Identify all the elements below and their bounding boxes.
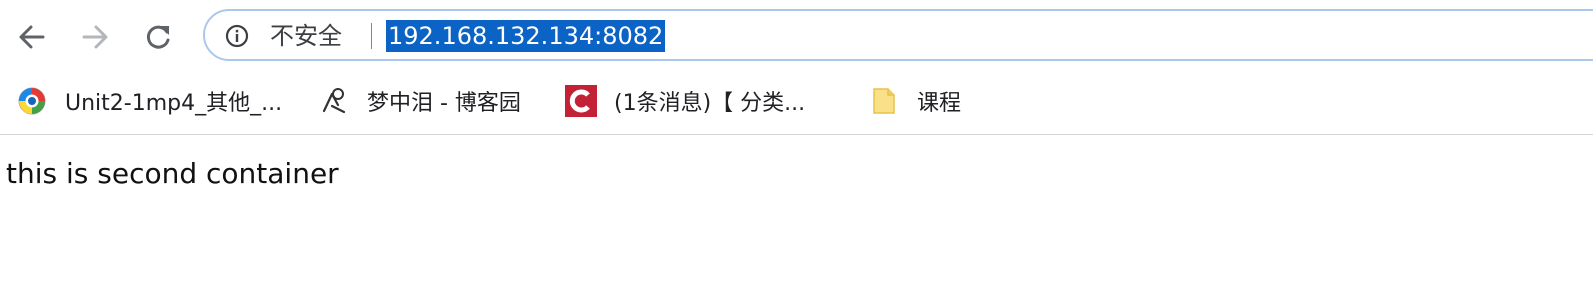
browser-toolbar: 不安全 192.168.132.134:8082 [0,0,1593,74]
url-text[interactable]: 192.168.132.134:8082 [386,20,666,52]
reload-button[interactable] [139,18,177,56]
bookmark-csdn[interactable]: (1条消息)【 分类... [565,74,805,128]
info-icon[interactable] [225,24,249,48]
bookmark-cnblogs[interactable]: 梦中泪 - 博客园 [318,74,521,128]
reload-icon [143,22,173,52]
back-button[interactable] [13,18,51,56]
address-bar[interactable]: 不安全 192.168.132.134:8082 [203,9,1593,61]
forward-button[interactable] [76,18,114,56]
bookmarks-bar: Unit2-1mp4_其他_... 梦中泪 - 博客园 (1条消息)【 分类..… [0,74,1593,134]
separator [371,23,372,49]
globe-app-icon [16,85,48,117]
arrow-right-icon [80,22,110,52]
cnblogs-logo-icon [318,85,350,117]
arrow-left-icon [17,22,47,52]
folder-icon [868,85,900,117]
bookmark-folder-course[interactable]: 课程 [868,74,961,128]
security-label[interactable]: 不安全 [270,22,342,50]
bookmark-unit2[interactable]: Unit2-1mp4_其他_... [16,74,282,128]
bookmark-label: (1条消息)【 分类... [614,91,806,116]
toolbar-divider [0,134,1593,135]
bookmark-label: Unit2-1mp4_其他_... [65,91,283,116]
bookmark-label: 梦中泪 - 博客园 [367,91,521,116]
bookmark-label: 课程 [917,91,962,116]
csdn-logo-icon [565,85,597,117]
page-content-text: this is second container [6,157,339,190]
